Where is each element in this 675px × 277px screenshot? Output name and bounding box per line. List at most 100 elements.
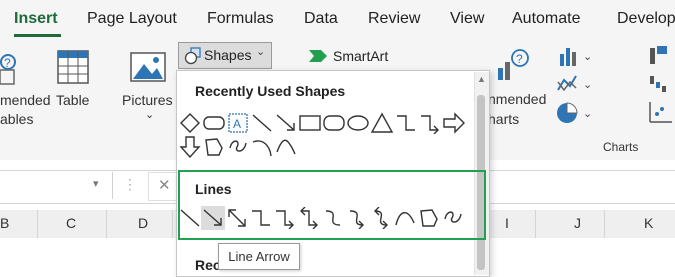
lines-freeform-shape[interactable] bbox=[418, 207, 440, 229]
tab-developer[interactable]: Develop bbox=[617, 10, 675, 28]
rounded-rectangle-shape[interactable] bbox=[203, 112, 225, 134]
pictures-chevron-icon: ⌄ bbox=[145, 109, 155, 121]
pictures-label: Pictures bbox=[122, 92, 173, 108]
curved-double-arrow-icon bbox=[374, 207, 388, 229]
rectangles-section-title: Rec bbox=[195, 257, 221, 273]
shapes-label: Shapes bbox=[204, 47, 252, 63]
lines-elbow-connector-shape[interactable] bbox=[250, 207, 272, 229]
oval-shape[interactable] bbox=[347, 112, 369, 134]
elbow-arrow-connector-shape[interactable] bbox=[419, 112, 441, 134]
name-box-dropdown-icon[interactable]: ▾ bbox=[93, 177, 99, 190]
arc-shape[interactable] bbox=[251, 136, 273, 158]
freeform-shape[interactable] bbox=[203, 136, 225, 158]
recommended-pivottables-button[interactable]: ? mended ables bbox=[0, 48, 51, 148]
line-chart-button[interactable]: ⌄ bbox=[556, 72, 596, 96]
rounded-rectangle-2-icon bbox=[323, 115, 345, 131]
column-header-b[interactable]: B bbox=[0, 215, 9, 231]
hierarchy-chart-icon bbox=[650, 46, 667, 64]
tab-page-layout[interactable]: Page Layout bbox=[87, 10, 177, 28]
svg-text:⌄: ⌄ bbox=[583, 51, 592, 63]
triangle-icon bbox=[371, 112, 393, 133]
lines-curve-shape[interactable] bbox=[394, 207, 416, 229]
waterfall-chart-button[interactable] bbox=[648, 72, 675, 96]
elbow-double-arrow-icon bbox=[300, 207, 318, 229]
column-chart-button[interactable]: ⌄ bbox=[556, 44, 596, 68]
recommended-charts-button[interactable]: ? nmended harts bbox=[488, 48, 550, 130]
line-shape[interactable] bbox=[251, 112, 273, 134]
column-header-d[interactable]: D bbox=[138, 215, 148, 231]
rectangle-icon bbox=[299, 115, 321, 131]
lines-curved-double-arrow-shape[interactable] bbox=[370, 207, 392, 229]
pictures-button[interactable]: Pictures ⌄ bbox=[120, 48, 176, 128]
recommended-pivottables-label-2: ables bbox=[0, 111, 34, 127]
hierarchy-chart-button[interactable] bbox=[648, 44, 675, 68]
recently-used-shapes-title: Recently Used Shapes bbox=[195, 83, 346, 99]
line-arrow-shape[interactable] bbox=[275, 112, 297, 134]
tab-bar: Insert Page Layout Formulas Data Review … bbox=[0, 0, 675, 38]
lines-line-shape[interactable] bbox=[179, 207, 201, 229]
line-icon bbox=[252, 114, 272, 132]
lines-double-arrow-shape[interactable] bbox=[226, 207, 248, 229]
down-arrow-shape[interactable] bbox=[179, 136, 201, 158]
recommended-charts-label-2: harts bbox=[488, 111, 520, 127]
elbow-connector-shape[interactable] bbox=[395, 112, 417, 134]
svg-text:⌄: ⌄ bbox=[583, 108, 592, 120]
tab-formulas[interactable]: Formulas bbox=[207, 10, 274, 28]
oval-icon bbox=[347, 115, 369, 131]
text-box-shape[interactable]: A bbox=[227, 112, 249, 134]
close-icon: ✕ bbox=[158, 177, 171, 194]
tab-review[interactable]: Review bbox=[368, 10, 420, 28]
right-arrow-shape[interactable] bbox=[443, 112, 465, 134]
scatter-chart-icon bbox=[649, 102, 672, 123]
pictures-icon bbox=[130, 52, 166, 82]
table-icon bbox=[57, 50, 89, 84]
column-header-j[interactable]: J bbox=[574, 215, 581, 231]
down-arrow-icon bbox=[179, 136, 201, 158]
scatter-chart-button[interactable] bbox=[648, 100, 675, 124]
curve-icon bbox=[276, 139, 296, 155]
active-tab-underline bbox=[14, 34, 61, 37]
column-header-i[interactable]: I bbox=[505, 215, 509, 231]
rounded-rectangle-icon bbox=[203, 116, 225, 130]
recommended-pivottables-label-1: mended bbox=[0, 92, 51, 108]
freeform-icon bbox=[420, 209, 438, 227]
elbow-arrow-connector-icon bbox=[421, 115, 439, 134]
tab-insert[interactable]: Insert bbox=[14, 10, 58, 28]
name-box[interactable]: ▾ bbox=[0, 172, 113, 199]
right-arrow-icon bbox=[443, 112, 465, 134]
diamond-shape[interactable] bbox=[179, 112, 201, 134]
waterfall-chart-icon bbox=[650, 76, 666, 92]
line-chart-icon: ⌄ bbox=[557, 75, 592, 92]
curved-arrow-connector-icon bbox=[349, 210, 364, 229]
smartart-button[interactable]: SmartArt bbox=[308, 46, 398, 68]
column-header-c[interactable]: C bbox=[66, 215, 76, 231]
tooltip: Line Arrow bbox=[218, 243, 300, 270]
lines-curved-arrow-connector-shape[interactable] bbox=[346, 207, 368, 229]
curve-icon bbox=[395, 212, 415, 226]
shapes-button[interactable]: Shapes ⌄ bbox=[178, 42, 272, 69]
curved-connector-icon bbox=[325, 210, 341, 226]
curve-shape[interactable] bbox=[275, 136, 297, 158]
smartart-icon bbox=[309, 50, 327, 62]
tab-view[interactable]: View bbox=[450, 10, 484, 28]
tab-data[interactable]: Data bbox=[304, 10, 338, 28]
diamond-icon bbox=[180, 113, 200, 133]
pie-chart-button[interactable]: ⌄ bbox=[556, 100, 596, 126]
lines-elbow-arrow-shape[interactable] bbox=[274, 207, 296, 229]
elbow-connector-icon bbox=[397, 115, 415, 131]
shapes-chevron-icon: ⌄ bbox=[256, 46, 266, 58]
triangle-shape[interactable] bbox=[371, 112, 393, 134]
scroll-up-icon[interactable]: ▲ bbox=[477, 74, 486, 84]
rounded-rectangle-2-shape[interactable] bbox=[323, 112, 345, 134]
lines-elbow-double-arrow-shape[interactable] bbox=[298, 207, 320, 229]
scribble-shape[interactable] bbox=[227, 136, 249, 158]
tab-automate[interactable]: Automate bbox=[512, 10, 580, 28]
rectangle-shape[interactable] bbox=[299, 112, 321, 134]
lines-scribble-shape[interactable] bbox=[442, 207, 464, 229]
lines-line-arrow-shape[interactable] bbox=[202, 207, 224, 229]
lines-curved-connector-shape[interactable] bbox=[322, 207, 344, 229]
line-icon bbox=[180, 209, 200, 227]
charts-group-label: Charts bbox=[603, 140, 639, 154]
table-button[interactable]: Table bbox=[54, 48, 94, 118]
column-header-k[interactable]: K bbox=[644, 215, 653, 231]
